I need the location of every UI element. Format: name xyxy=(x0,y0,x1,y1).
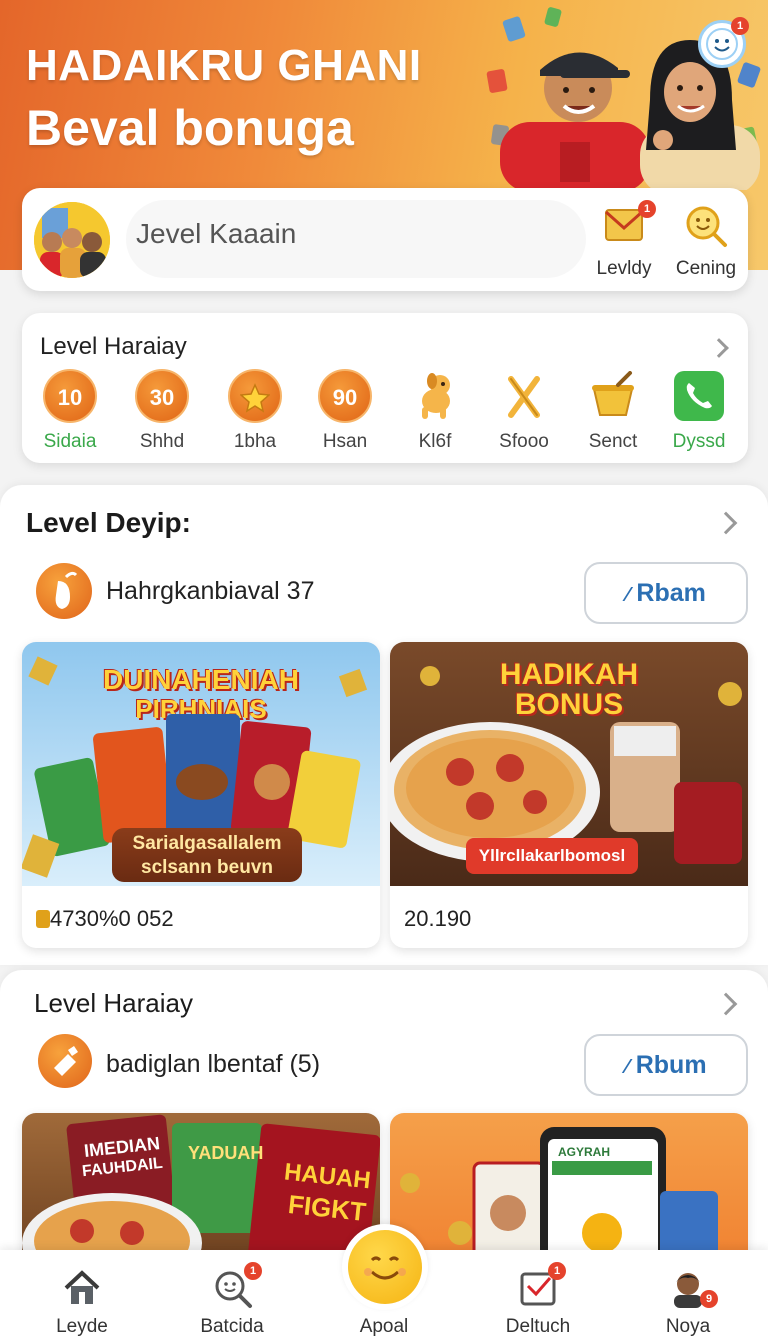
level-card-title: Level Haraiay xyxy=(40,333,187,360)
album-button[interactable]: ⁄ Rbam xyxy=(584,562,748,624)
chevron-right-icon[interactable] xyxy=(714,511,738,535)
promo-price: 4730%0 052 xyxy=(36,906,174,932)
merchant-logo-icon xyxy=(36,563,92,619)
phone-screen-title: AGYRAH xyxy=(558,1145,611,1159)
promo-image-food: IMEDIAN FAUHDAIL YADUAH HAUAH FIGKT xyxy=(22,1113,380,1273)
album-button[interactable]: ⁄ Rbum xyxy=(584,1034,748,1096)
level-label: Sidaia xyxy=(43,431,97,452)
nav-item-inbox[interactable]: 1 Deltuch xyxy=(478,1262,598,1340)
merchant-name: badiglan lbentaf (5) xyxy=(106,1050,321,1078)
mascot-button[interactable]: 1 xyxy=(698,17,749,68)
mail-action-button[interactable]: 1 Levldy xyxy=(584,200,664,284)
level-label: Senct xyxy=(588,431,638,452)
nav-label: Apoal xyxy=(359,1316,409,1337)
level-label: Hsan xyxy=(322,431,368,452)
star-icon xyxy=(239,383,271,413)
family-avatar-icon xyxy=(34,202,110,278)
promo-ribbon: Sarialgasallalem sclsann beuvn xyxy=(112,828,302,882)
chevron-right-icon[interactable] xyxy=(714,992,738,1016)
level-badge xyxy=(228,369,282,423)
promo-ribbon-line2: sclsann beuvn xyxy=(141,857,273,878)
album-button-label: Rbum xyxy=(635,1051,707,1079)
cross-tools-icon xyxy=(508,376,540,418)
nav-item-apoal[interactable]: Apoal xyxy=(324,1264,444,1340)
app-screen: HADAIKRU GHANI Beval bonuga 1 Jevel Kaaa… xyxy=(0,0,768,1344)
level-badge: 10 xyxy=(43,369,97,423)
hero-title: HADAIKRU GHANI xyxy=(26,41,422,90)
level-item-bowl[interactable]: Senct xyxy=(573,369,653,459)
promo-ribbon-line1: Sarialgasallalem xyxy=(132,833,282,854)
profile-card: Jevel Kaaain 1 Levldy Cening xyxy=(22,188,748,291)
package-label: YADUAH xyxy=(188,1143,264,1163)
merchant-logo-icon xyxy=(38,1034,92,1088)
level-item-10[interactable]: 10 Sidaia xyxy=(30,369,110,459)
dog-icon xyxy=(422,373,450,419)
promo-price: 20.190 xyxy=(404,906,472,931)
merchant-name: Hahrgkanbiaval 37 xyxy=(106,577,315,605)
sparkle-icon: ⁄ xyxy=(626,584,630,606)
promo-image-pizza: HADIKAH BONUS Yllrcllakarlbomosl xyxy=(390,642,748,886)
carrot-icon xyxy=(55,571,78,609)
level-item-tools[interactable]: Sfooo xyxy=(484,369,564,459)
promo-card[interactable]: HADIKAH BONUS Yllrcllakarlbomosl 20.190 xyxy=(390,642,748,948)
section-title: Level Deyip: xyxy=(26,507,191,538)
nav-item-search[interactable]: 1 Batcida xyxy=(172,1262,292,1340)
notification-badge: 1 xyxy=(731,17,749,35)
level-label: 1bha xyxy=(233,431,277,452)
level-item-phone[interactable]: Dyssd xyxy=(659,369,739,459)
confetti-card xyxy=(543,6,563,28)
profile-name: Jevel Kaaain xyxy=(136,218,297,249)
level-label: Kl6f xyxy=(418,431,452,452)
search-action-button[interactable]: Cening xyxy=(666,204,746,284)
nav-label: Batcida xyxy=(200,1316,264,1337)
sparkle-icon: ⁄ xyxy=(625,1056,629,1078)
level-label: Dyssd xyxy=(672,431,726,452)
nav-badge: 1 xyxy=(548,1262,566,1280)
level-badge: 90 xyxy=(318,369,372,423)
promo-card[interactable]: DUINAHENIAH PIRHNIAIS Sarialgasallalem s… xyxy=(22,642,380,948)
phone-icon xyxy=(674,371,724,421)
promo-image-phone-app: AGYRAH xyxy=(390,1113,748,1273)
promo-card[interactable]: AGYRAH xyxy=(390,1113,748,1273)
mail-badge: 1 xyxy=(638,200,656,218)
mail-action-label: Levldy xyxy=(596,258,652,279)
bowl-icon xyxy=(592,371,634,416)
nav-label: Deltuch xyxy=(505,1316,571,1337)
level-item-star[interactable]: 1bha xyxy=(215,369,295,459)
level-badge: 30 xyxy=(135,369,189,423)
search-action-label: Cening xyxy=(675,258,737,279)
phone-app-illustration xyxy=(400,1127,718,1273)
section-level-deyip: Level Deyip: Hahrgkanbiaval 37 ⁄ Rbam DU… xyxy=(0,485,768,965)
section-title: Level Haraiay xyxy=(34,988,193,1018)
level-item-dog[interactable]: Kl6f xyxy=(395,369,475,459)
coin-bag-icon xyxy=(36,910,50,928)
nav-badge: 1 xyxy=(244,1262,262,1280)
promo-image-snacks: DUINAHENIAH PIRHNIAIS Sarialgasallalem s… xyxy=(22,642,380,886)
level-item-90[interactable]: 90 Hsan xyxy=(305,369,385,459)
hero-subtitle: Beval bonuga xyxy=(26,100,354,156)
section-level-haraiay: Level Haraiay badiglan lbentaf (5) ⁄ Rbu… xyxy=(0,970,768,1273)
nav-item-profile[interactable]: 9 Noya xyxy=(628,1264,748,1340)
bottom-navigation: Leyde 1 Batcida Apoal 1 Deltuch 9 Noya xyxy=(0,1224,768,1344)
level-label: Sfooo xyxy=(499,431,549,452)
avatar[interactable] xyxy=(34,202,110,278)
level-card: Level Haraiay 10 Sidaia 30 Shhd 1bha 90 … xyxy=(22,313,748,463)
nav-label: Leyde xyxy=(56,1316,108,1337)
nav-badge: 9 xyxy=(700,1290,718,1308)
level-label: Shhd xyxy=(139,431,185,452)
search-smile-icon xyxy=(686,206,727,247)
promo-card[interactable]: IMEDIAN FAUHDAIL YADUAH HAUAH FIGKT xyxy=(22,1113,380,1273)
promo-ribbon: Yllrcllakarlbomosl xyxy=(466,838,638,874)
home-icon xyxy=(64,1270,100,1304)
chevron-right-icon[interactable] xyxy=(709,338,729,358)
nav-item-home[interactable]: Leyde xyxy=(22,1264,142,1340)
gift-icon xyxy=(54,1046,78,1076)
nav-label: Noya xyxy=(665,1316,711,1337)
level-item-30[interactable]: 30 Shhd xyxy=(122,369,202,459)
album-button-label: Rbam xyxy=(636,579,706,607)
